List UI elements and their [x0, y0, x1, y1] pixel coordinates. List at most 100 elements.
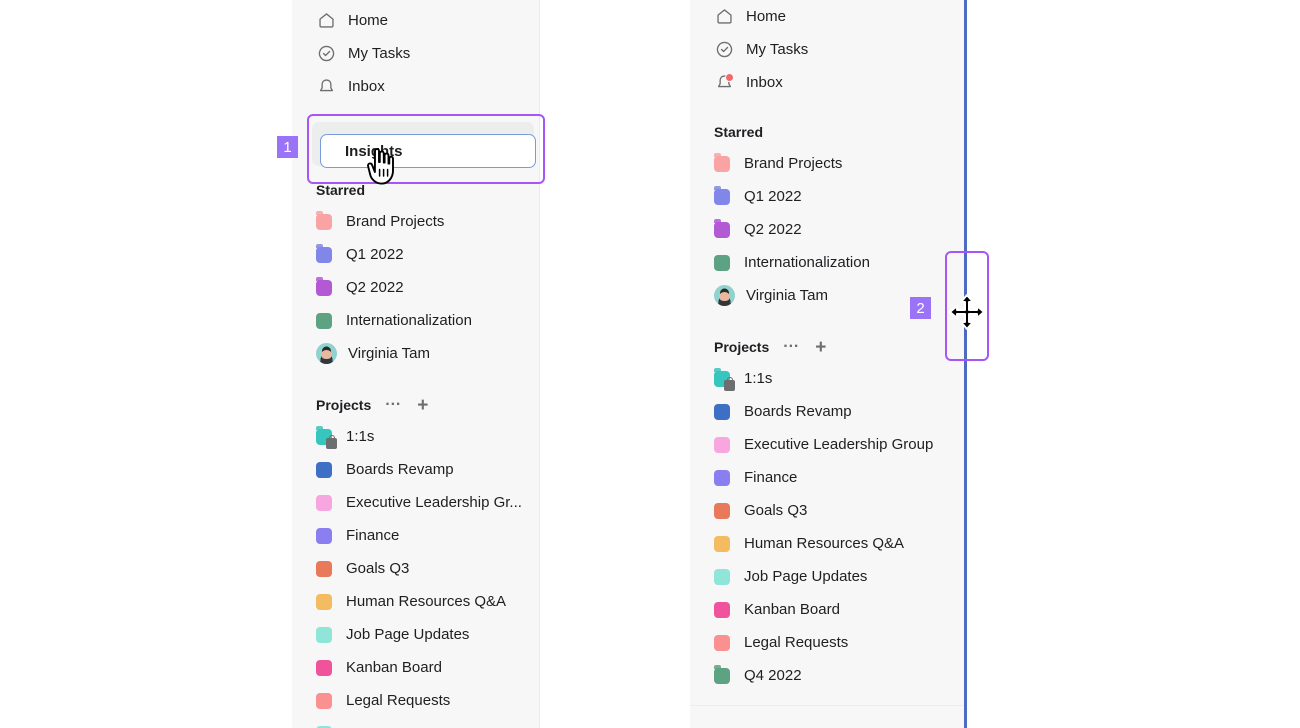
project-item[interactable]	[292, 717, 540, 728]
project-item[interactable]: Kanban Board	[690, 593, 965, 626]
left-sidebar: Home My Tasks Inbox Starred Brand Projects Q1…	[292, 0, 540, 728]
starred-item[interactable]: Q2 2022	[292, 271, 540, 304]
home-icon	[316, 11, 336, 31]
folder-icon	[316, 243, 332, 263]
project-item-label: Executive Leadership Gr...	[346, 495, 522, 510]
project-item-label: Human Resources Q&A	[744, 536, 905, 551]
project-item-label: 1:1s	[346, 429, 375, 444]
starred-item-label: Virginia Tam	[348, 346, 430, 361]
starred-section-header: Starred	[292, 175, 365, 205]
starred-item-label: Q1 2022	[744, 189, 802, 204]
ellipsis-icon[interactable]: ···	[385, 397, 401, 413]
home-icon	[714, 7, 734, 27]
sidebar-item-home[interactable]: Home	[690, 0, 965, 33]
starred-item[interactable]: Internationalization	[690, 246, 965, 279]
folder-icon	[316, 276, 332, 296]
project-item[interactable]: Boards Revamp	[690, 395, 965, 428]
sidebar-item-my-tasks[interactable]: My Tasks	[690, 33, 965, 66]
sidebar-item-label: Home	[348, 13, 389, 28]
projects-section-header: Projects ··· +	[292, 390, 428, 420]
project-item-label: Job Page Updates	[744, 569, 868, 584]
move-cursor	[949, 294, 985, 330]
project-item[interactable]: Legal Requests	[292, 684, 540, 717]
starred-item[interactable]: Virginia Tam	[292, 337, 540, 370]
folder-icon	[714, 664, 730, 684]
project-item-label: Goals Q3	[744, 503, 808, 518]
sidebar-resize-divider[interactable]	[964, 0, 967, 728]
sidebar-item-label: Home	[746, 9, 787, 24]
ellipsis-icon[interactable]: ···	[783, 339, 799, 355]
project-item[interactable]: 1:1s	[292, 420, 540, 453]
starred-section-title: Starred	[714, 124, 764, 140]
check-circle-icon	[714, 40, 734, 60]
project-color-swatch	[316, 659, 332, 676]
project-item[interactable]: Finance	[690, 461, 965, 494]
starred-item-label: Internationalization	[346, 313, 472, 328]
projects-section-title: Projects	[714, 339, 770, 355]
insights-button[interactable]: Insights	[320, 134, 536, 168]
plus-icon[interactable]: +	[815, 338, 826, 357]
project-item[interactable]: Finance	[292, 519, 540, 552]
project-color-swatch	[316, 692, 332, 709]
project-color-swatch	[714, 469, 730, 486]
check-circle-icon	[316, 44, 336, 64]
starred-item[interactable]: Q2 2022	[690, 213, 965, 246]
folder-icon	[316, 425, 337, 449]
project-item[interactable]: Executive Leadership Gr...	[292, 486, 540, 519]
project-item-label: Finance	[346, 528, 400, 543]
sidebar-item-inbox[interactable]: Inbox	[292, 70, 540, 103]
projects-section-title: Projects	[316, 397, 372, 413]
project-item[interactable]: Human Resources Q&A	[292, 585, 540, 618]
sidebar-item-label: Inbox	[746, 75, 783, 90]
starred-item-label: Brand Projects	[346, 214, 445, 229]
project-item[interactable]: Job Page Updates	[292, 618, 540, 651]
bell-icon	[714, 72, 734, 93]
project-item[interactable]: Boards Revamp	[292, 453, 540, 486]
project-color-swatch	[714, 535, 730, 552]
project-item[interactable]: Human Resources Q&A	[690, 527, 965, 560]
bell-icon	[316, 77, 336, 97]
starred-item-label: Q2 2022	[346, 280, 404, 295]
project-item-label: Kanban Board	[744, 602, 840, 617]
starred-item[interactable]: Brand Projects	[292, 205, 540, 238]
sidebar-item-my-tasks[interactable]: My Tasks	[292, 37, 540, 70]
project-item[interactable]: Kanban Board	[292, 651, 540, 684]
starred-item[interactable]: Internationalization	[292, 304, 540, 337]
project-color-swatch	[714, 568, 730, 585]
project-color-swatch	[316, 312, 332, 329]
starred-item-label: Q2 2022	[744, 222, 802, 237]
sidebar-item-label: Inbox	[348, 79, 385, 94]
project-item[interactable]: Goals Q3	[292, 552, 540, 585]
project-item-label: Kanban Board	[346, 660, 442, 675]
project-item[interactable]: Q4 2022	[690, 659, 965, 692]
lock-icon	[326, 434, 337, 449]
project-color-swatch	[316, 560, 332, 577]
project-item[interactable]: 1:1s	[690, 362, 965, 395]
plus-icon[interactable]: +	[417, 396, 428, 415]
annotation-badge-1-label: 1	[283, 138, 292, 156]
project-item-label: 1:1s	[744, 371, 773, 386]
folder-icon	[714, 185, 730, 205]
avatar	[316, 343, 337, 364]
lock-icon	[724, 376, 735, 391]
starred-item[interactable]: Q1 2022	[690, 180, 965, 213]
project-color-swatch	[316, 626, 332, 643]
project-item-label: Legal Requests	[744, 635, 849, 650]
sidebar-item-inbox[interactable]: Inbox	[690, 66, 965, 99]
inbox-notification-dot	[725, 72, 734, 82]
starred-item[interactable]: Brand Projects	[690, 147, 965, 180]
project-color-swatch	[316, 527, 332, 544]
folder-icon	[714, 218, 730, 238]
annotation-badge-2-label: 2	[916, 299, 925, 317]
project-item[interactable]: Goals Q3	[690, 494, 965, 527]
starred-section-title: Starred	[316, 182, 366, 198]
project-item[interactable]: Legal Requests	[690, 626, 965, 659]
project-item[interactable]: Executive Leadership Group	[690, 428, 965, 461]
sidebar-item-home[interactable]: Home	[292, 4, 540, 37]
starred-item[interactable]: Q1 2022	[292, 238, 540, 271]
avatar	[714, 285, 735, 306]
screenshot-stage: Home My Tasks Inbox Starred Brand Projects Q1…	[0, 0, 1300, 728]
project-color-swatch	[714, 634, 730, 651]
project-item-label: Human Resources Q&A	[346, 594, 507, 609]
project-item[interactable]: Job Page Updates	[690, 560, 965, 593]
